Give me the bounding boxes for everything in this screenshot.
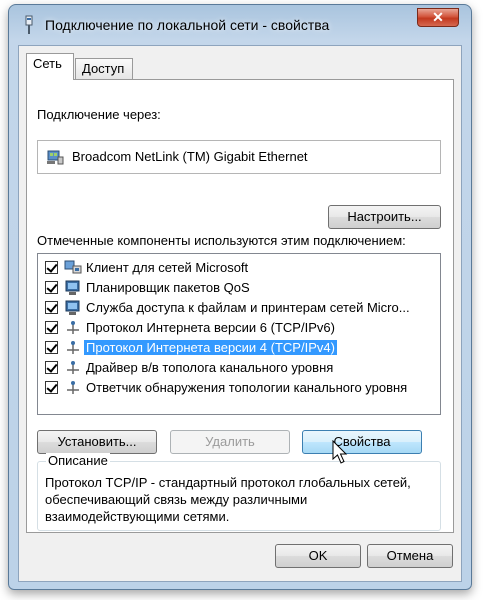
tab-sharing[interactable]: Доступ xyxy=(75,58,133,80)
list-item[interactable]: Планировщик пакетов QoS xyxy=(38,278,440,298)
tab-sharing-label: Доступ xyxy=(82,61,125,76)
title-bar[interactable]: Подключение по локальной сети - свойства… xyxy=(9,5,471,45)
adapter-field: Broadcom NetLink (TM) Gigabit Ethernet xyxy=(37,140,441,174)
component-label: Клиент для сетей Microsoft xyxy=(86,260,249,275)
protocol-icon xyxy=(67,321,79,334)
dialog-client-area: Сеть Доступ Подключение через: Broadcom … xyxy=(18,45,462,582)
tab-panel-network: Подключение через: Broadcom NetLink (TM)… xyxy=(26,79,454,533)
component-checkbox[interactable] xyxy=(45,321,58,334)
components-label: Отмеченные компоненты используются этим … xyxy=(37,233,406,248)
description-text: Протокол TCP/IP - стандартный протокол г… xyxy=(45,475,411,524)
protocol-icon xyxy=(67,361,79,374)
network-client-icon xyxy=(64,260,82,274)
component-label: Протокол Интернета версии 4 (TCP/IPv4) xyxy=(84,340,337,355)
component-checkbox[interactable] xyxy=(45,301,58,314)
mouse-cursor-icon xyxy=(332,440,348,464)
component-label: Драйвер в/в тополога канального уровня xyxy=(86,360,334,375)
tab-network-label: Сеть xyxy=(33,56,62,71)
protocol-icon xyxy=(67,341,79,354)
description-group: Описание Протокол TCP/IP - стандартный п… xyxy=(37,453,441,531)
network-service-icon xyxy=(65,300,80,315)
protocol-icon xyxy=(67,381,79,394)
install-button[interactable]: Установить... xyxy=(37,430,157,454)
network-adapter-icon xyxy=(47,150,64,165)
description-title: Описание xyxy=(46,453,110,468)
component-checkbox[interactable] xyxy=(45,281,58,294)
list-item[interactable]: Клиент для сетей Microsoft xyxy=(38,258,440,278)
component-checkbox[interactable] xyxy=(45,341,58,354)
component-label: Служба доступа к файлам и принтерам сете… xyxy=(86,300,410,315)
properties-button[interactable]: Свойства xyxy=(302,430,422,454)
component-checkbox[interactable] xyxy=(45,261,58,274)
close-icon: ✕ xyxy=(432,9,444,25)
component-label: Планировщик пакетов QoS xyxy=(86,280,250,295)
list-item[interactable]: Служба доступа к файлам и принтерам сете… xyxy=(38,298,440,318)
adapter-name: Broadcom NetLink (TM) Gigabit Ethernet xyxy=(72,149,308,164)
window-title: Подключение по локальной сети - свойства xyxy=(45,17,330,33)
configure-button[interactable]: Настроить... xyxy=(328,205,441,229)
component-checkbox[interactable] xyxy=(45,381,58,394)
ok-button[interactable]: OK xyxy=(275,544,361,568)
network-connection-icon xyxy=(25,15,33,34)
properties-window: Подключение по локальной сети - свойства… xyxy=(8,4,472,590)
component-checkbox[interactable] xyxy=(45,361,58,374)
component-label: Протокол Интернета версии 6 (TCP/IPv6) xyxy=(86,320,335,335)
list-item[interactable]: Драйвер в/в тополога канального уровня xyxy=(38,358,440,378)
tab-network[interactable]: Сеть xyxy=(26,53,74,80)
list-item[interactable]: Ответчик обнаружения топологии канальног… xyxy=(38,378,440,398)
components-list[interactable]: Клиент для сетей Microsoft Планировщик п… xyxy=(37,253,441,415)
close-button[interactable]: ✕ xyxy=(417,8,459,27)
remove-button[interactable]: Удалить xyxy=(170,430,290,454)
list-item[interactable]: Протокол Интернета версии 6 (TCP/IPv6) xyxy=(38,318,440,338)
list-item-selected[interactable]: Протокол Интернета версии 4 (TCP/IPv4) xyxy=(38,338,440,358)
network-service-icon xyxy=(65,280,80,295)
connect-using-label: Подключение через: xyxy=(37,107,161,122)
cancel-button[interactable]: Отмена xyxy=(367,544,453,568)
component-label: Ответчик обнаружения топологии канальног… xyxy=(86,380,408,395)
